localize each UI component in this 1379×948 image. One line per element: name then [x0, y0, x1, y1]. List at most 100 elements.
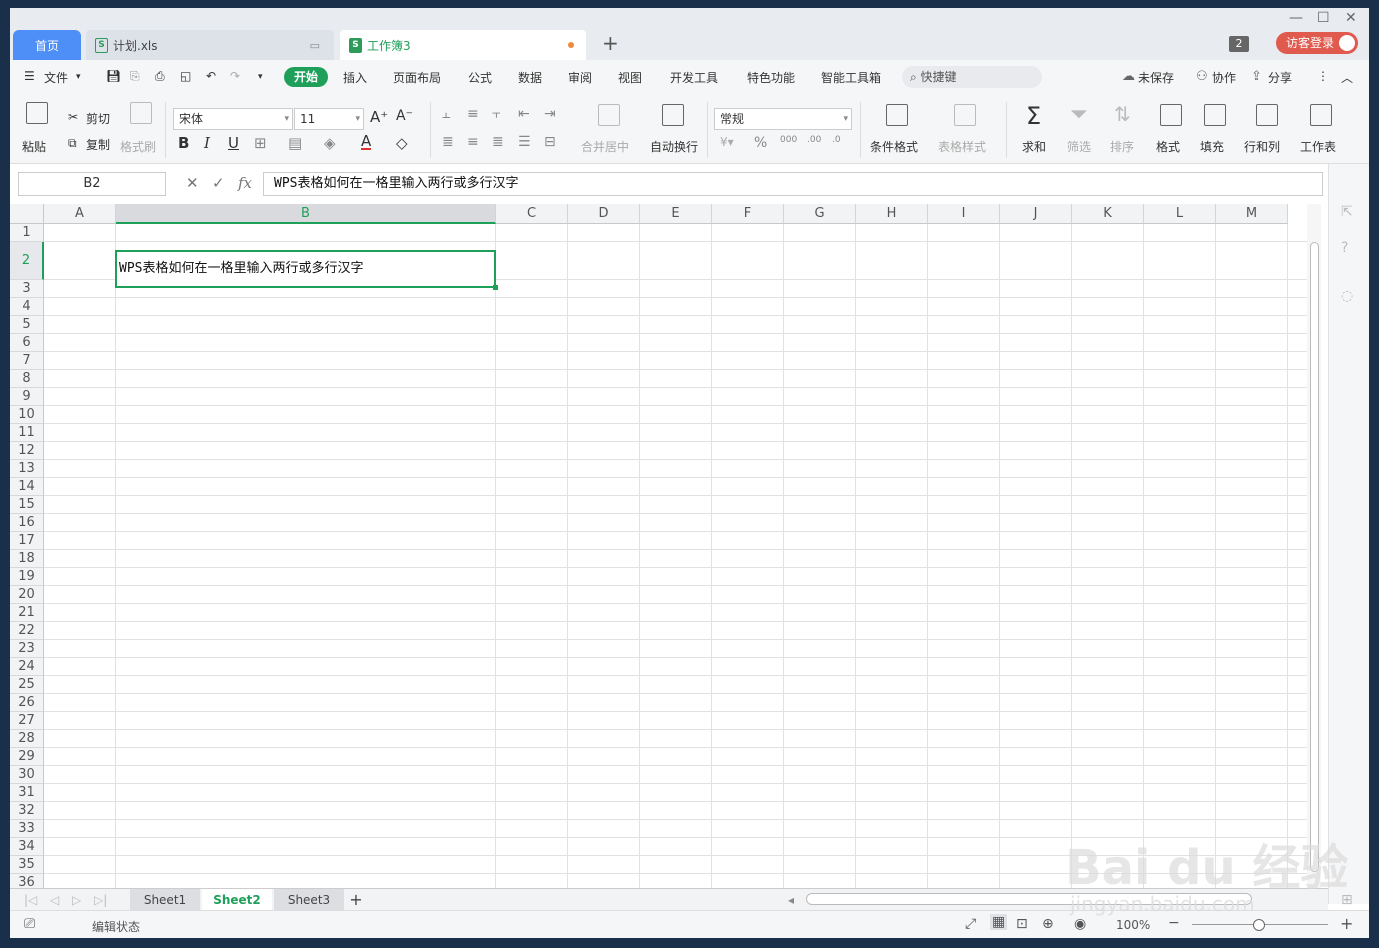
vertical-scroll-thumb[interactable]	[1310, 242, 1319, 872]
thousands-icon[interactable]: 000	[780, 135, 797, 145]
column-header-c[interactable]: C	[496, 204, 568, 224]
copy-button[interactable]: 复制	[86, 136, 110, 153]
fill-button[interactable]: 填充	[1200, 138, 1224, 155]
align-top-icon[interactable]: ⫠	[442, 106, 450, 122]
row-header-33[interactable]: 33	[10, 820, 44, 838]
row-header-2[interactable]: 2	[10, 242, 44, 280]
conditional-format-icon[interactable]	[886, 104, 908, 126]
column-header-j[interactable]: J	[1000, 204, 1072, 224]
format-painter-icon[interactable]	[130, 102, 152, 124]
bold-icon[interactable]: B	[178, 134, 189, 152]
chevron-down-icon[interactable]: ▾	[76, 72, 81, 82]
clear-icon[interactable]: ◇	[396, 134, 408, 152]
increase-decimal-icon[interactable]: .00	[807, 135, 821, 145]
align-bottom-icon[interactable]: ⫟	[492, 106, 500, 122]
print-preview-icon[interactable]: ◱	[180, 69, 191, 83]
font-name-select[interactable]: 宋体	[173, 108, 293, 130]
chat-icon[interactable]: ◌	[1341, 288, 1353, 304]
fill-icon[interactable]	[1204, 104, 1226, 126]
row-header-1[interactable]: 1	[10, 224, 44, 242]
menu-start[interactable]: 开始	[284, 67, 328, 87]
tab-home[interactable]: 首页	[13, 30, 81, 60]
row-header-17[interactable]: 17	[10, 532, 44, 550]
sum-button[interactable]: 求和	[1022, 138, 1046, 155]
row-header-18[interactable]: 18	[10, 550, 44, 568]
row-header-5[interactable]: 5	[10, 316, 44, 334]
customize-chevron-icon[interactable]: ▾	[258, 72, 263, 82]
decrease-decimal-icon[interactable]: .0	[832, 135, 841, 145]
sort-button[interactable]: 排序	[1110, 138, 1134, 155]
vertical-scrollbar[interactable]	[1307, 204, 1321, 888]
more-icon[interactable]: ⋮	[1317, 69, 1329, 83]
format-painter-button[interactable]: 格式刷	[120, 138, 156, 155]
distribute-icon[interactable]: ⊟	[544, 134, 556, 150]
format-button[interactable]: 格式	[1156, 138, 1180, 155]
eye-protection-icon[interactable]: ◉	[1074, 916, 1086, 932]
spreadsheet-grid[interactable]: A B C D E F G H I J K L M 1 2 3 4 5 6 7 8 9 10 11 12 13 14 15 16 17 18…	[10, 204, 1307, 888]
row-header-16[interactable]: 16	[10, 514, 44, 532]
merge-center-icon[interactable]	[598, 104, 620, 126]
first-sheet-icon[interactable]: |◁	[24, 889, 37, 911]
export-icon[interactable]: ⎘	[130, 69, 140, 84]
collaborate-button[interactable]: 协作	[1212, 69, 1236, 86]
formula-input[interactable]: WPS表格如何在一格里输入两行或多行汉字	[263, 172, 1323, 196]
row-header-29[interactable]: 29	[10, 748, 44, 766]
row-header-9[interactable]: 9	[10, 388, 44, 406]
scroll-left-icon[interactable]: ◂	[788, 889, 794, 911]
row-header-25[interactable]: 25	[10, 676, 44, 694]
percent-icon[interactable]: %	[754, 135, 767, 151]
select-all-corner[interactable]	[10, 204, 44, 224]
function-icon[interactable]: fx	[238, 174, 252, 192]
column-header-g[interactable]: G	[784, 204, 856, 224]
macro-record-icon[interactable]: ⎚	[24, 916, 35, 932]
next-sheet-icon[interactable]: ▷	[72, 889, 81, 911]
collapse-ribbon-icon[interactable]: ︿	[1341, 69, 1353, 86]
row-header-26[interactable]: 26	[10, 694, 44, 712]
merge-center-button[interactable]: 合并居中	[581, 138, 629, 155]
column-header-b[interactable]: B	[116, 204, 496, 224]
column-header-d[interactable]: D	[568, 204, 640, 224]
menu-file[interactable]: 文件	[44, 69, 68, 86]
fill-color-icon[interactable]: ◈	[324, 134, 336, 152]
row-header-31[interactable]: 31	[10, 784, 44, 802]
row-header-7[interactable]: 7	[10, 352, 44, 370]
sum-icon[interactable]: Σ	[1026, 102, 1041, 130]
menu-insert[interactable]: 插入	[343, 69, 367, 86]
row-header-24[interactable]: 24	[10, 658, 44, 676]
prev-sheet-icon[interactable]: ◁	[50, 889, 59, 911]
row-header-11[interactable]: 11	[10, 424, 44, 442]
row-header-6[interactable]: 6	[10, 334, 44, 352]
italic-icon[interactable]: I	[204, 134, 210, 152]
decrease-font-icon[interactable]: A⁻	[396, 108, 413, 124]
menu-data[interactable]: 数据	[518, 69, 542, 86]
worksheet-button[interactable]: 工作表	[1300, 138, 1336, 155]
column-header-i[interactable]: I	[928, 204, 1000, 224]
paste-button[interactable]: 粘贴	[22, 138, 46, 155]
column-header-a[interactable]: A	[44, 204, 116, 224]
row-header-4[interactable]: 4	[10, 298, 44, 316]
row-header-36[interactable]: 36	[10, 874, 44, 888]
cut-button[interactable]: 剪切	[86, 110, 110, 127]
hamburger-icon[interactable]: ☰	[24, 69, 35, 83]
window-count-badge[interactable]: 2	[1229, 36, 1249, 52]
menu-special-features[interactable]: 特色功能	[747, 69, 795, 86]
number-format-select[interactable]: 常规	[714, 108, 852, 130]
column-header-h[interactable]: H	[856, 204, 928, 224]
tab-file-plan[interactable]: S 计划.xls ▭	[86, 30, 334, 60]
column-header-l[interactable]: L	[1144, 204, 1216, 224]
new-tab-button[interactable]: +	[602, 31, 619, 55]
print-icon[interactable]: ⎙	[155, 69, 165, 84]
row-header-35[interactable]: 35	[10, 856, 44, 874]
normal-view-icon[interactable]: ▦	[990, 914, 1008, 930]
border-icon[interactable]: ⊞	[254, 134, 267, 152]
row-header-21[interactable]: 21	[10, 604, 44, 622]
row-header-10[interactable]: 10	[10, 406, 44, 424]
rows-cols-icon[interactable]	[1256, 104, 1278, 126]
menu-page-layout[interactable]: 页面布局	[393, 69, 441, 86]
wrap-text-icon[interactable]	[662, 104, 684, 126]
help-icon[interactable]: ?	[1341, 240, 1348, 256]
row-header-19[interactable]: 19	[10, 568, 44, 586]
save-icon[interactable]: 💾︎	[106, 69, 121, 83]
sort-icon[interactable]: ⇅	[1114, 102, 1131, 126]
row-header-23[interactable]: 23	[10, 640, 44, 658]
